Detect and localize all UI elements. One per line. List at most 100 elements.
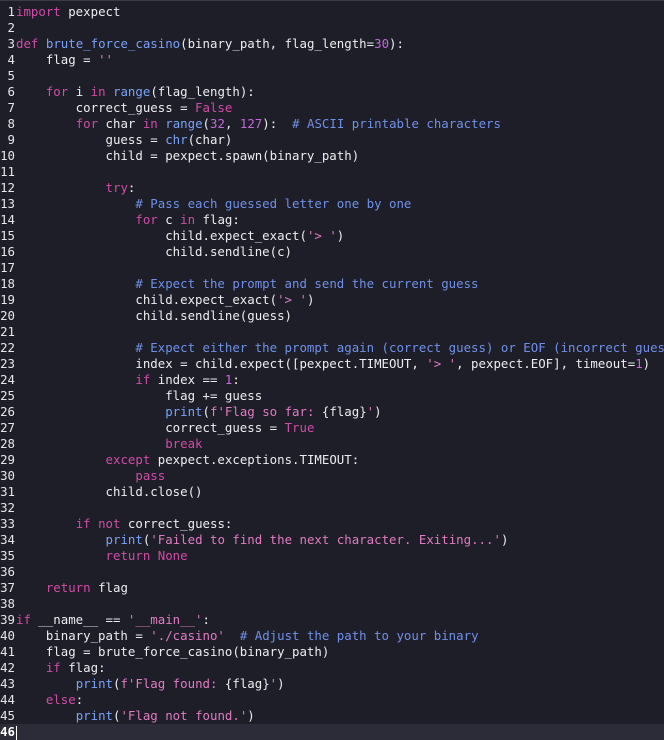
- code-line[interactable]: 10 child = pexpect.spawn(binary_path): [0, 148, 664, 164]
- code-line[interactable]: 42 if flag:: [0, 660, 664, 676]
- code-line[interactable]: 12 try:: [0, 180, 664, 196]
- code-line[interactable]: 9 guess = chr(char): [0, 132, 664, 148]
- code-line[interactable]: 32: [0, 500, 664, 516]
- code-line[interactable]: 28 break: [0, 436, 664, 452]
- code-line[interactable]: 36: [0, 564, 664, 580]
- code-line[interactable]: 2: [0, 20, 664, 36]
- line-code[interactable]: [16, 596, 664, 612]
- line-code[interactable]: return flag: [16, 580, 664, 596]
- code-line[interactable]: 13 # Pass each guessed letter one by one: [0, 196, 664, 212]
- line-code[interactable]: break: [16, 436, 664, 452]
- code-line[interactable]: 20 child.sendline(guess): [0, 308, 664, 324]
- code-line[interactable]: 46: [0, 724, 664, 740]
- line-code[interactable]: [16, 20, 664, 36]
- code-token: child.close(): [16, 484, 203, 499]
- line-code[interactable]: print(f'Flag so far: {flag}'): [16, 404, 664, 420]
- code-line[interactable]: 6 for i in range(flag_length):: [0, 84, 664, 100]
- code-line[interactable]: 31 child.close(): [0, 484, 664, 500]
- code-line[interactable]: 29 except pexpect.exceptions.TIMEOUT:: [0, 452, 664, 468]
- line-code[interactable]: for char in range(32, 127): # ASCII prin…: [16, 116, 664, 132]
- code-line[interactable]: 30 pass: [0, 468, 664, 484]
- line-code[interactable]: pass: [16, 468, 664, 484]
- line-code[interactable]: if flag:: [16, 660, 664, 676]
- line-code[interactable]: for i in range(flag_length):: [16, 84, 664, 100]
- line-code[interactable]: # Expect the prompt and send the current…: [16, 276, 664, 292]
- line-code[interactable]: [16, 324, 664, 340]
- line-code[interactable]: return None: [16, 548, 664, 564]
- code-token: if: [135, 372, 151, 387]
- line-code[interactable]: binary_path = './casino' # Adjust the pa…: [16, 628, 664, 644]
- line-number: 3: [7, 36, 15, 51]
- line-code[interactable]: correct_guess = True: [16, 420, 664, 436]
- line-code[interactable]: flag = brute_force_casino(binary_path): [16, 644, 664, 660]
- code-line[interactable]: 21: [0, 324, 664, 340]
- code-line[interactable]: 4 flag = '': [0, 52, 664, 68]
- code-lines[interactable]: 1 import pexpect 2 3 def brute_force_casino(…: [0, 4, 664, 740]
- line-code[interactable]: [16, 500, 664, 516]
- line-code[interactable]: print('Flag not found.'): [16, 708, 664, 724]
- code-line[interactable]: 41 flag = brute_force_casino(binary_path…: [0, 644, 664, 660]
- line-code[interactable]: correct_guess = False: [16, 100, 664, 116]
- line-code[interactable]: if index == 1:: [16, 372, 664, 388]
- line-code[interactable]: child.expect_exact('> '): [16, 228, 664, 244]
- code-line[interactable]: 27 correct_guess = True: [0, 420, 664, 436]
- line-code[interactable]: def brute_force_casino(binary_path, flag…: [16, 36, 664, 52]
- line-code[interactable]: # Pass each guessed letter one by one: [16, 196, 664, 212]
- line-code[interactable]: child.expect_exact('> '): [16, 292, 664, 308]
- line-code[interactable]: # Expect either the prompt again (correc…: [16, 340, 664, 356]
- line-number: 36: [0, 564, 15, 579]
- code-line[interactable]: 45 print('Flag not found.'): [0, 708, 664, 724]
- code-line[interactable]: 44 else:: [0, 692, 664, 708]
- code-line[interactable]: 40 binary_path = './casino' # Adjust the…: [0, 628, 664, 644]
- code-line[interactable]: 38: [0, 596, 664, 612]
- line-code[interactable]: guess = chr(char): [16, 132, 664, 148]
- code-line[interactable]: 33 if not correct_guess:: [0, 516, 664, 532]
- code-line[interactable]: 43 print(f'Flag found: {flag}'): [0, 676, 664, 692]
- code-line[interactable]: 25 flag += guess: [0, 388, 664, 404]
- code-line[interactable]: 8 for char in range(32, 127): # ASCII pr…: [0, 116, 664, 132]
- code-line[interactable]: 19 child.expect_exact('> '): [0, 292, 664, 308]
- line-code[interactable]: for c in flag:: [16, 212, 664, 228]
- code-line[interactable]: 18 # Expect the prompt and send the curr…: [0, 276, 664, 292]
- code-editor[interactable]: 1 import pexpect 2 3 def brute_force_casino(…: [0, 0, 664, 740]
- line-code[interactable]: if __name__ == '__main__':: [16, 612, 664, 628]
- line-code[interactable]: import pexpect: [16, 4, 664, 20]
- line-code[interactable]: flag += guess: [16, 388, 664, 404]
- code-line[interactable]: 5: [0, 68, 664, 84]
- line-code[interactable]: [16, 68, 664, 84]
- line-code[interactable]: child.close(): [16, 484, 664, 500]
- code-line[interactable]: 14 for c in flag:: [0, 212, 664, 228]
- code-line[interactable]: 3 def brute_force_casino(binary_path, fla…: [0, 36, 664, 52]
- line-code[interactable]: try:: [16, 180, 664, 196]
- line-code[interactable]: flag = '': [16, 52, 664, 68]
- code-line[interactable]: 35 return None: [0, 548, 664, 564]
- code-line[interactable]: 22 # Expect either the prompt again (cor…: [0, 340, 664, 356]
- line-code[interactable]: [16, 724, 664, 740]
- code-line[interactable]: 24 if index == 1:: [0, 372, 664, 388]
- line-number: 8: [7, 116, 15, 131]
- line-code[interactable]: print('Failed to find the next character…: [16, 532, 664, 548]
- line-code[interactable]: child = pexpect.spawn(binary_path): [16, 148, 664, 164]
- code-line[interactable]: 1 import pexpect: [0, 4, 664, 20]
- code-line[interactable]: 7 correct_guess = False: [0, 100, 664, 116]
- code-line[interactable]: 17: [0, 260, 664, 276]
- line-code[interactable]: [16, 564, 664, 580]
- line-code[interactable]: else:: [16, 692, 664, 708]
- code-line[interactable]: 34 print('Failed to find the next charac…: [0, 532, 664, 548]
- code-line[interactable]: 39 if __name__ == '__main__':: [0, 612, 664, 628]
- line-code[interactable]: print(f'Flag found: {flag}'): [16, 676, 664, 692]
- code-token: if: [75, 516, 91, 531]
- code-line[interactable]: 15 child.expect_exact('> '): [0, 228, 664, 244]
- code-line[interactable]: 16 child.sendline(c): [0, 244, 664, 260]
- line-code[interactable]: [16, 164, 664, 180]
- code-line[interactable]: 11: [0, 164, 664, 180]
- line-code[interactable]: child.sendline(c): [16, 244, 664, 260]
- line-code[interactable]: child.sendline(guess): [16, 308, 664, 324]
- line-code[interactable]: except pexpect.exceptions.TIMEOUT:: [16, 452, 664, 468]
- code-line[interactable]: 23 index = child.expect([pexpect.TIMEOUT…: [0, 356, 664, 372]
- code-line[interactable]: 26 print(f'Flag so far: {flag}'): [0, 404, 664, 420]
- line-code[interactable]: if not correct_guess:: [16, 516, 664, 532]
- line-code[interactable]: index = child.expect([pexpect.TIMEOUT, '…: [16, 356, 664, 372]
- code-line[interactable]: 37 return flag: [0, 580, 664, 596]
- line-code[interactable]: [16, 260, 664, 276]
